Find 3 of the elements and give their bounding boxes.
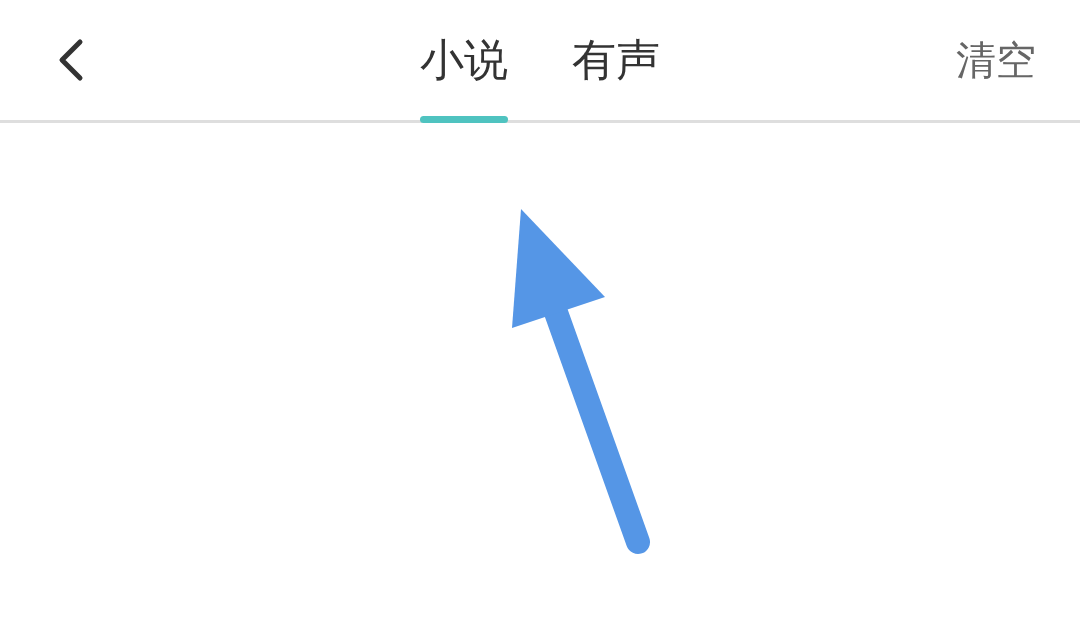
tab[interactable]: 小说 xyxy=(416,0,512,120)
clear-button[interactable]: 清空 xyxy=(956,32,1036,88)
tab[interactable]: 有声 xyxy=(568,0,664,120)
